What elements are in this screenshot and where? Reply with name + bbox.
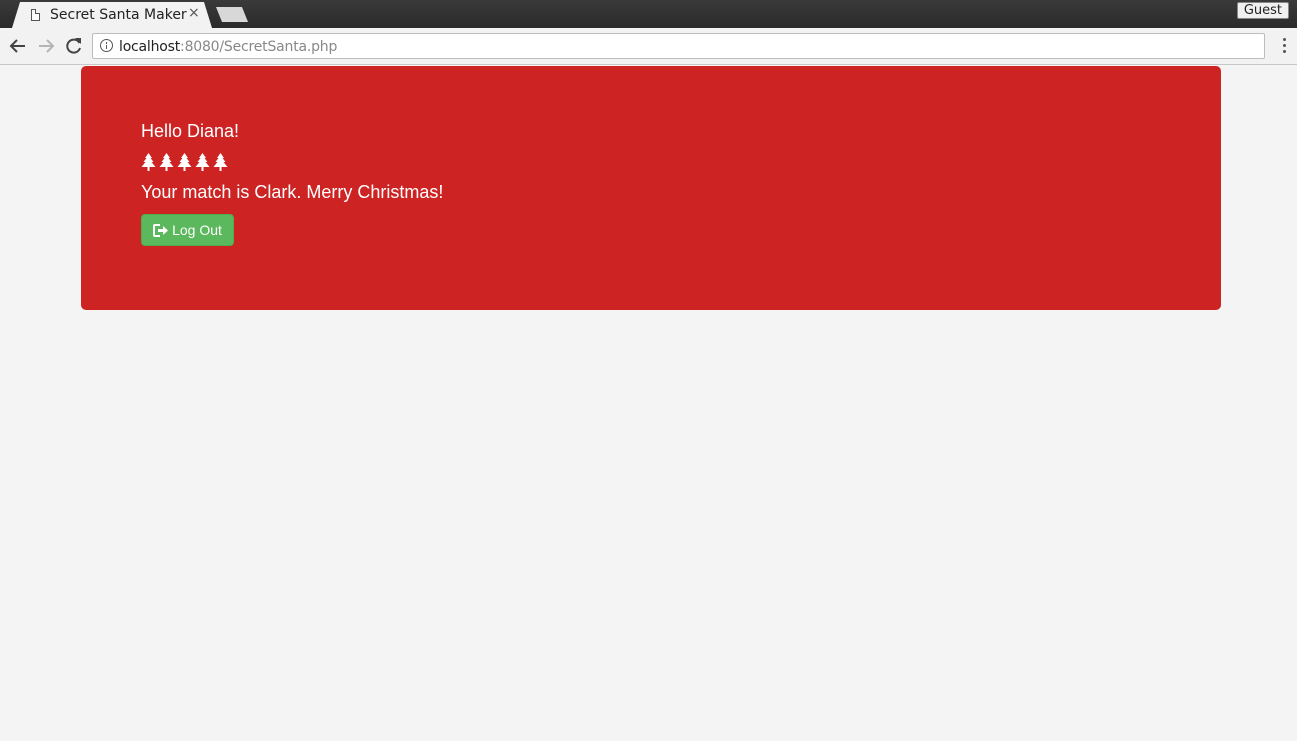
logout-button[interactable]: Log Out bbox=[141, 214, 234, 246]
tab-title: Secret Santa Maker bbox=[50, 7, 187, 23]
close-tab-icon[interactable]: × bbox=[188, 5, 200, 21]
greeting-text: Hello Diana! bbox=[141, 121, 240, 141]
back-arrow-icon bbox=[9, 39, 25, 53]
match-text: Your match is Clark. Merry Christmas! bbox=[141, 182, 444, 202]
secret-santa-panel: Hello Diana! Your match is Clark. Merry … bbox=[81, 66, 1221, 310]
browser-tab-strip: Secret Santa Maker × Guest bbox=[0, 0, 1297, 28]
site-info-icon[interactable] bbox=[100, 39, 113, 52]
back-button[interactable] bbox=[7, 35, 29, 57]
url-path: :8080/SecretSanta.php bbox=[180, 39, 338, 55]
tree-icon bbox=[141, 153, 156, 171]
sign-out-icon bbox=[153, 223, 169, 237]
page-icon bbox=[31, 9, 40, 21]
tree-icon bbox=[159, 153, 174, 171]
tree-icon bbox=[177, 153, 192, 171]
tree-icon bbox=[195, 153, 210, 171]
forward-button[interactable] bbox=[35, 35, 57, 57]
url-text[interactable]: localhost:8080/SecretSanta.php bbox=[119, 39, 337, 55]
reload-icon bbox=[66, 38, 81, 54]
tree-icon bbox=[213, 153, 228, 171]
reload-button[interactable] bbox=[63, 35, 85, 57]
profile-button[interactable]: Guest bbox=[1236, 2, 1289, 19]
forward-arrow-icon bbox=[39, 39, 55, 53]
tree-icons-row bbox=[141, 153, 228, 171]
logout-label: Log Out bbox=[172, 222, 222, 238]
new-tab-button[interactable] bbox=[216, 7, 248, 22]
browser-tab[interactable]: Secret Santa Maker × bbox=[12, 2, 212, 28]
browser-menu-icon[interactable] bbox=[1283, 38, 1287, 54]
address-bar[interactable]: localhost:8080/SecretSanta.php bbox=[92, 33, 1265, 59]
url-host: localhost bbox=[119, 39, 181, 55]
browser-toolbar: localhost:8080/SecretSanta.php bbox=[0, 28, 1297, 65]
